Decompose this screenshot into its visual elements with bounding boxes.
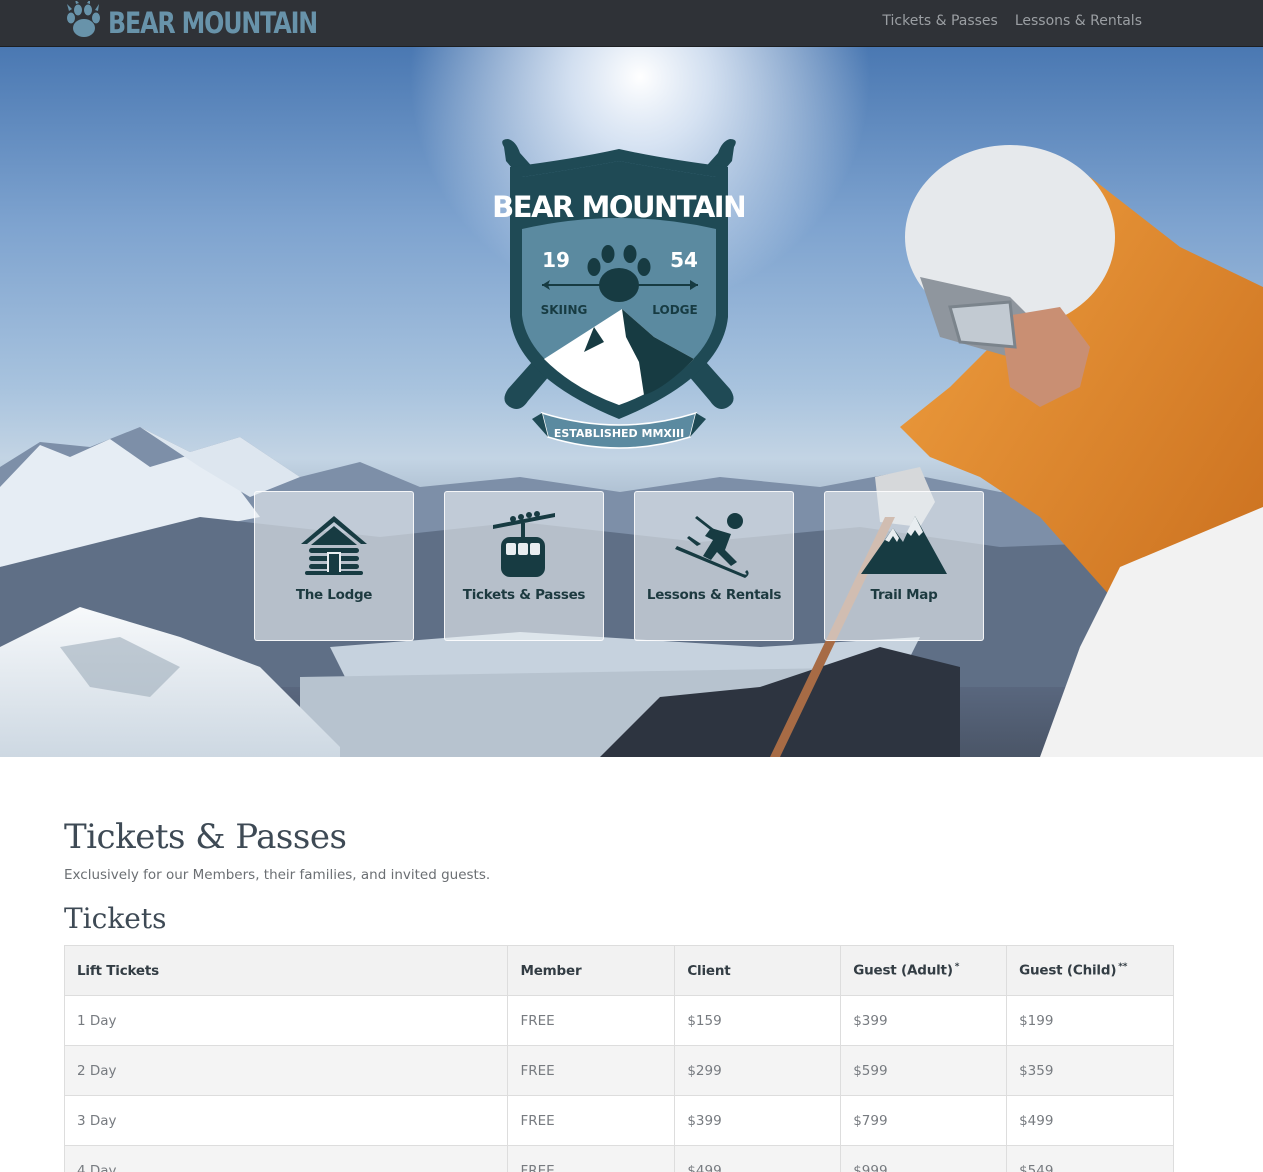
table-cell: $399: [674, 1095, 842, 1146]
hero-banner: BEAR MOUNTAIN 19 54 SKIING LODGE ESTABLI…: [0, 47, 1263, 757]
table-cell: 2 Day: [63, 1045, 509, 1096]
nav-links: Tickets & Passes Lessons & Rentals: [882, 13, 1142, 29]
brand-name: BEAR MOUNTAIN: [108, 6, 318, 40]
table-row: 1 Day FREE $159 $399 $199: [63, 995, 1174, 1046]
nav-link-lessons-rentals[interactable]: Lessons & Rentals: [1015, 13, 1142, 29]
skier-icon: [664, 510, 764, 580]
table-cell: $499: [1006, 1095, 1174, 1146]
table-cell: FREE: [507, 995, 676, 1046]
column-header-lift-tickets: Lift Tickets: [63, 945, 509, 996]
brand-logo-link[interactable]: BEAR MOUNTAIN: [64, 0, 363, 46]
page-lead: Exclusively for our Members, their famil…: [64, 867, 491, 883]
table-row: 4 Day FREE $499 $999 $549: [63, 1145, 1174, 1172]
crest-banner: ESTABLISHED MMXIII: [554, 427, 684, 440]
lodge-cabin-icon: [284, 510, 384, 580]
footnote-mark-adult: *: [954, 962, 960, 973]
table-cell: $999: [840, 1145, 1008, 1172]
table-cell: 1 Day: [63, 995, 509, 1046]
tile-label-tickets-passes: Tickets & Passes: [462, 587, 586, 603]
column-header-client: Client: [674, 945, 842, 996]
tile-label-the-lodge: The Lodge: [295, 587, 373, 603]
column-header-guest-adult: Guest (Adult) *: [840, 945, 1008, 996]
navbar: BEAR MOUNTAIN Tickets & Passes Lessons &…: [0, 0, 1263, 47]
table-row: 2 Day FREE $299 $599 $359: [63, 1045, 1174, 1096]
table-cell: 4 Day: [63, 1145, 509, 1172]
page-title: Tickets & Passes: [64, 817, 347, 857]
column-header-member: Member: [507, 945, 676, 996]
mountain-icon: [854, 510, 954, 580]
crest-left-text: SKIING: [541, 303, 588, 317]
tile-label-trail-map: Trail Map: [870, 587, 938, 603]
crest-year-left: 19: [542, 248, 570, 272]
section-title-tickets: Tickets: [64, 902, 167, 935]
quick-links: The Lodge Tickets & Passes Lessons & Ren…: [254, 491, 984, 641]
bear-paw-crest-icon: BEAR MOUNTAIN 19 54 SKIING LODGE ESTABLI…: [494, 139, 744, 449]
tile-lessons-rentals[interactable]: Lessons & Rentals: [634, 491, 794, 641]
table-cell: $299: [674, 1045, 842, 1096]
tile-trail-map[interactable]: Trail Map: [824, 491, 984, 641]
table-cell: 3 Day: [63, 1095, 509, 1146]
crest-year-right: 54: [670, 248, 698, 272]
footnote-mark-child: **: [1118, 962, 1128, 973]
table-cell: FREE: [507, 1095, 676, 1146]
table-cell: $499: [674, 1145, 842, 1172]
table-cell: $799: [840, 1095, 1008, 1146]
table-cell: $549: [1006, 1145, 1174, 1172]
lift-tickets-table: Lift Tickets Member Client Guest (Adult)…: [63, 945, 1174, 1172]
table-cell: $159: [674, 995, 842, 1046]
tile-tickets-passes[interactable]: Tickets & Passes: [444, 491, 604, 641]
bear-paw-icon: [64, 0, 102, 46]
table-cell: FREE: [507, 1045, 676, 1096]
table-row: 3 Day FREE $399 $799 $499: [63, 1095, 1174, 1146]
tile-the-lodge[interactable]: The Lodge: [254, 491, 414, 641]
table-cell: FREE: [507, 1145, 676, 1172]
table-cell: $359: [1006, 1045, 1174, 1096]
gondola-icon: [474, 510, 574, 580]
table-header-row: Lift Tickets Member Client Guest (Adult)…: [63, 945, 1174, 996]
crest-right-text: LODGE: [652, 303, 697, 317]
nav-link-tickets-passes[interactable]: Tickets & Passes: [882, 13, 997, 29]
column-header-guest-child: Guest (Child) **: [1006, 945, 1174, 996]
table-cell: $199: [1006, 995, 1174, 1046]
crest-title: BEAR MOUNTAIN: [494, 190, 744, 224]
tile-label-lessons-rentals: Lessons & Rentals: [646, 587, 782, 603]
table-cell: $399: [840, 995, 1008, 1046]
table-cell: $599: [840, 1045, 1008, 1096]
